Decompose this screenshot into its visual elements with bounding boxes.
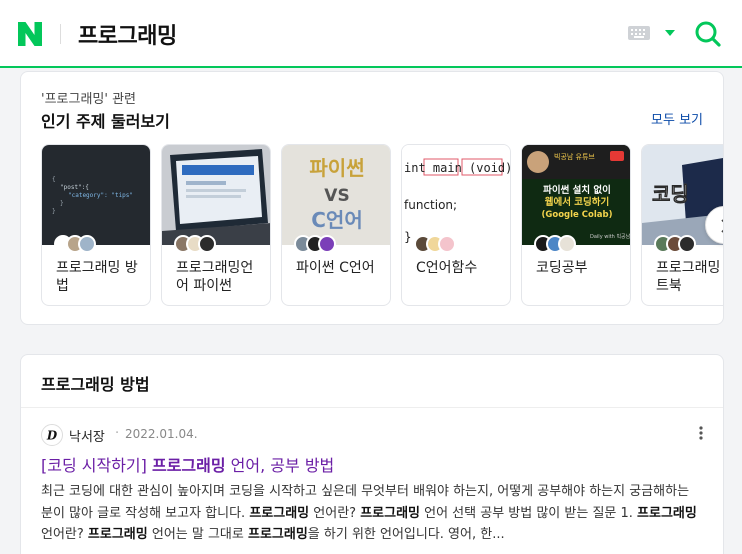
separator-dot: · [115,426,120,441]
related-topics-card: '프로그래밍' 관련 인기 주제 둘러보기 모두 보기 { "post":{ "… [20,71,724,325]
more-options-icon[interactable] [697,425,705,441]
post-date: 2022.01.04. [125,427,198,441]
post-title-keyword: 프로그래밍 [151,456,226,475]
blog-avatar[interactable]: D [41,424,63,446]
topic-thumbnail: int main (void) function; } [402,145,511,245]
post-title-suffix: 언어, 공부 방법 [225,456,335,475]
snippet-text: 언어는 말 그대로 [147,527,248,542]
svg-text:Daily with 빅공남: Daily with 빅공남 [590,233,631,240]
blog-results-card: 프로그래밍 방법 D 낙서장 · 2022.01.04. [코딩 시작하기] 프… [20,354,724,554]
svg-text:파이썬 설치 없이: 파이썬 설치 없이 [543,184,611,196]
topic-tile[interactable]: int main (void) function; } C언어함수 [401,144,511,306]
topic-thumbnail [162,145,270,245]
search-query[interactable]: 프로그래밍 [78,18,177,50]
topic-label: C언어함수 [416,260,478,276]
topic-thumbnail: { "post":{ "category": "tips" } } [42,145,150,245]
svg-text:웹에서 코딩하기: 웹에서 코딩하기 [545,196,610,208]
avatar [438,235,456,253]
svg-text:function;: function; [404,198,457,212]
svg-text:D: D [46,429,58,443]
snippet-text: 을 하기 위한 언어입니다. 영어, 한... [307,527,505,542]
naver-logo-icon[interactable] [18,22,42,46]
topic-tile[interactable]: 파이썬 VS C언어 파이썬 C언어 [281,144,391,306]
snippet-keyword: 프로그래밍 [360,505,420,521]
see-all-link[interactable]: 모두 보기 [651,109,703,128]
svg-text:코딩: 코딩 [652,182,689,206]
search-header: 프로그래밍 [0,0,742,68]
topic-label: 프로그래밍 방법 [56,260,138,294]
snippet-keyword: 프로그래밍 [249,505,310,521]
topic-label: 프로그래밍 노트북 [656,260,723,294]
snippet-text: 언어란? [309,505,361,521]
blog-name[interactable]: 낙서장 [69,426,105,445]
post-title-link[interactable]: [코딩 시작하기] 프로그래밍 언어, 공부 방법 [41,452,334,476]
topic-thumbnail: 빅공남 유튜브 파이썬 설치 없이 웹에서 코딩하기 (Google Colab… [522,145,631,245]
section-divider [21,407,723,408]
svg-text:}: } [52,208,56,215]
snippet-keyword: 프로그래밍 [87,527,148,542]
svg-text:VS: VS [324,186,349,206]
avatar [78,235,96,253]
svg-text:빅공남 유튜브: 빅공남 유튜브 [554,152,595,161]
topic-label: 파이썬 C언어 [296,260,375,276]
svg-text:"category": "tips": "category": "tips" [68,192,133,199]
avatar [678,235,696,253]
topic-thumbnail: 파이썬 VS C언어 [282,145,390,245]
svg-text:"post":{: "post":{ [60,184,89,191]
snippet-keyword: 프로그래밍 [637,505,697,521]
topic-tile[interactable]: { "post":{ "category": "tips" } } 프로그래밍 … [41,144,151,306]
related-title: 인기 주제 둘러보기 [41,112,170,131]
keyboard-icon[interactable] [628,26,650,40]
post-snippet: 최근 코딩에 대한 관심이 높아지며 코딩을 시작하고 싶은데 무엇부터 배워야… [41,481,705,546]
svg-text:{: { [52,176,56,183]
avatar [318,235,336,253]
svg-text:(Google Colab): (Google Colab) [542,210,613,220]
chevron-right-icon [721,219,723,233]
topic-label: 코딩공부 [536,260,588,276]
svg-text:}: } [404,230,412,244]
topic-tile[interactable]: 빅공남 유튜브 파이썬 설치 없이 웹에서 코딩하기 (Google Colab… [521,144,631,306]
header-divider [60,24,61,44]
section-title: 프로그래밍 방법 [41,375,150,394]
avatar [558,235,576,253]
related-label: '프로그래밍' 관련 [41,92,136,107]
svg-text:int main (void): int main (void) [404,161,511,175]
snippet-text: 언어란? [41,527,88,542]
search-icon[interactable] [694,20,722,48]
topic-label: 프로그래밍언어 파이썬 [176,260,254,294]
svg-text:C언어: C언어 [311,208,362,232]
post-title-prefix: [코딩 시작하기] [41,456,152,475]
topic-tile[interactable]: 프로그래밍언어 파이썬 [161,144,271,306]
avatar [198,235,216,253]
snippet-keyword: 프로그래밍 [247,527,308,542]
svg-text:파이썬: 파이썬 [309,156,364,180]
caret-down-icon[interactable] [664,29,676,37]
svg-text:}: } [60,200,64,207]
snippet-text: 언어 선택 공부 방법 많이 받는 질문 1. [420,505,638,521]
